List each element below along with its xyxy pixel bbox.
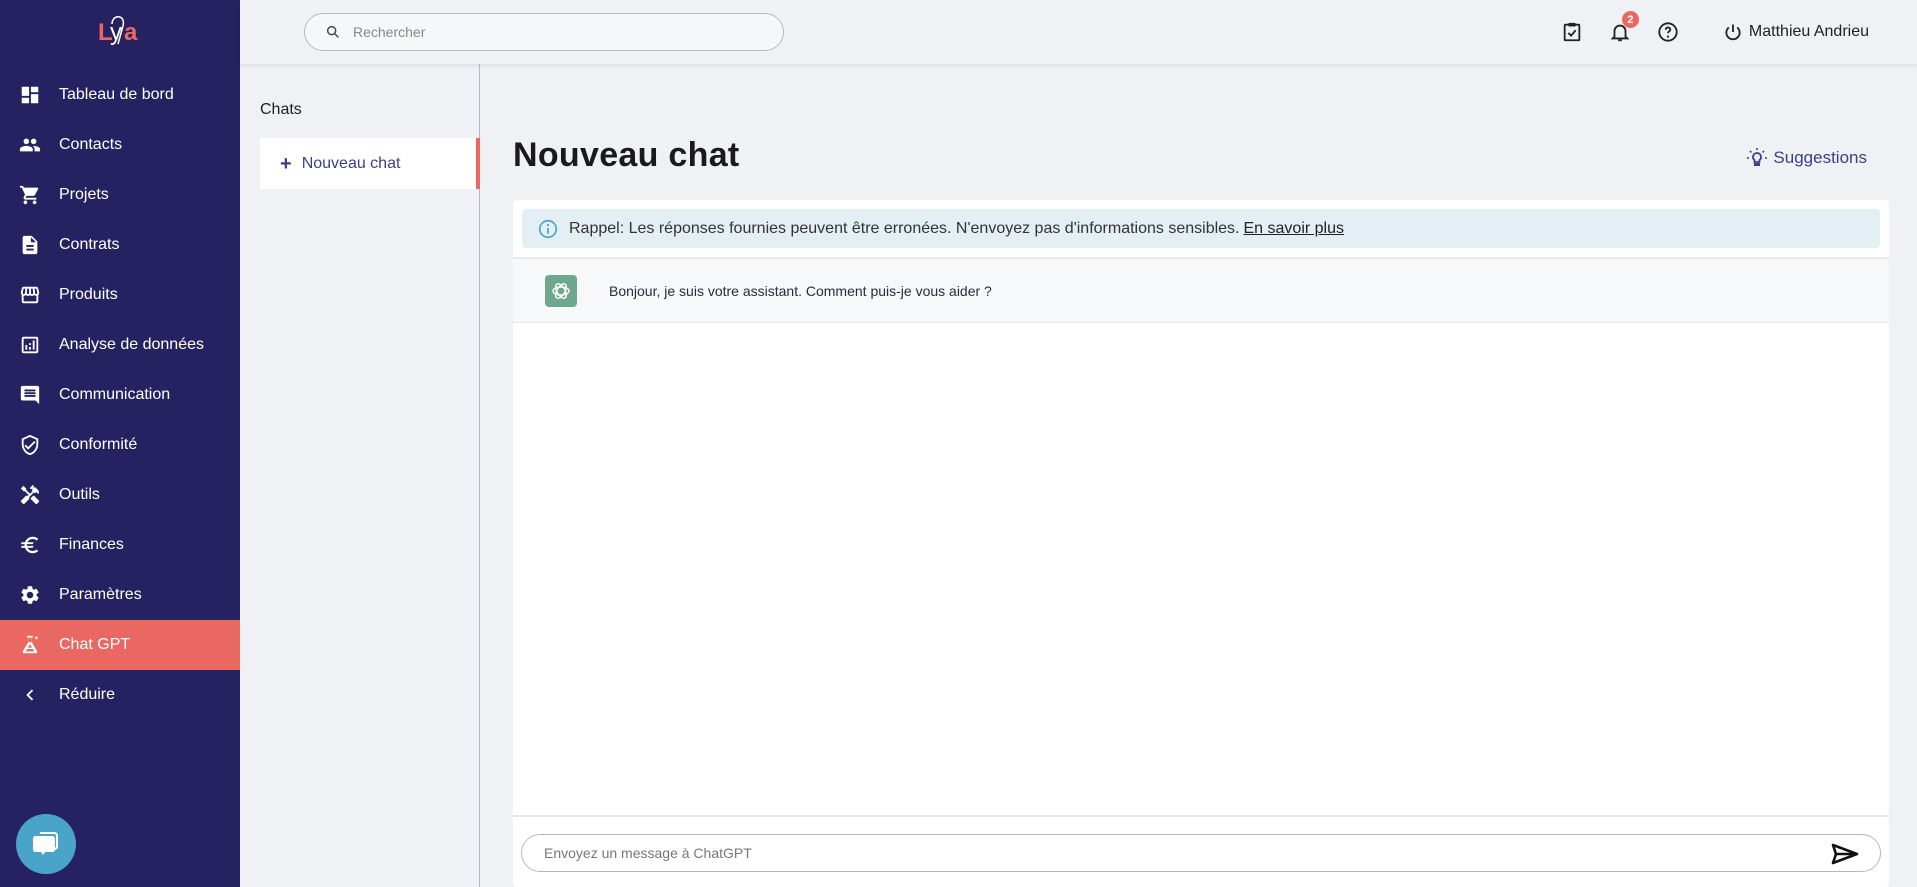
- new-chat-label: Nouveau chat: [301, 154, 401, 172]
- suggestions-button[interactable]: Suggestions: [1745, 146, 1867, 170]
- plus-icon: +: [280, 152, 292, 175]
- sidebar: L y a Tableau de bord Contacts Projets C…: [0, 0, 240, 887]
- sidebar-item-label: Contacts: [59, 136, 123, 153]
- document-icon: [19, 234, 41, 256]
- topbar: 2 Matthieu Andrieu: [240, 0, 1917, 64]
- disclaimer-alert: Rappel: Les réponses fournies peuvent êt…: [522, 209, 1880, 248]
- info-icon: [538, 219, 558, 238]
- help-circle-icon: [1658, 22, 1678, 42]
- message-text: Bonjour, je suis votre assistant. Commen…: [609, 282, 992, 299]
- search-icon: [326, 25, 339, 38]
- sidebar-item-label: Réduire: [59, 686, 116, 703]
- sidebar-item-label: Outils: [59, 486, 100, 503]
- search-input[interactable]: [353, 24, 753, 40]
- sidebar-item-outils[interactable]: Outils: [0, 470, 240, 520]
- sidebar-item-communication[interactable]: Communication: [0, 370, 240, 420]
- sidebar-item-label: Communication: [59, 386, 171, 403]
- composer-divider: [513, 815, 1889, 817]
- sidebar-item-chat-gpt[interactable]: Chat GPT: [0, 620, 240, 670]
- lightbulb-icon: [1747, 148, 1768, 166]
- message-input[interactable]: [544, 845, 1794, 861]
- sidebar-item-conformite[interactable]: Conformité: [0, 420, 240, 470]
- sidebar-item-label: Produits: [59, 286, 118, 303]
- sidebar-item-label: Chat GPT: [59, 636, 131, 653]
- search-box[interactable]: [304, 13, 784, 51]
- alert-text: Rappel: Les réponses fournies peuvent êt…: [569, 219, 1240, 237]
- people-icon: [19, 134, 41, 156]
- support-chat-button[interactable]: [16, 814, 76, 874]
- dashboard-icon: [19, 84, 41, 106]
- sidebar-item-label: Projets: [59, 186, 109, 203]
- topbar-actions: 2 Matthieu Andrieu: [1537, 11, 1869, 50]
- flask-sparkle-icon: [19, 634, 41, 656]
- chevron-left-icon: [19, 684, 41, 706]
- sidebar-item-label: Conformité: [59, 436, 138, 453]
- notification-badge: 2: [1621, 11, 1639, 28]
- svg-text:a: a: [124, 19, 138, 46]
- power-icon: [1725, 24, 1741, 41]
- sidebar-item-produits[interactable]: Produits: [0, 270, 240, 320]
- sidebar-item-reduire[interactable]: Réduire: [0, 670, 240, 720]
- send-button[interactable]: [1830, 841, 1860, 867]
- chat-bubble-icon: [33, 832, 58, 855]
- sidebar-item-finances[interactable]: Finances: [0, 520, 240, 570]
- sidebar-item-label: Finances: [59, 536, 124, 553]
- gear-icon: [19, 584, 41, 606]
- sidebar-item-tableau-de-bord[interactable]: Tableau de bord: [0, 70, 240, 120]
- message-composer[interactable]: [521, 834, 1881, 872]
- user-name: Matthieu Andrieu: [1748, 23, 1869, 40]
- sidebar-item-contrats[interactable]: Contrats: [0, 220, 240, 270]
- sidebar-item-label: Analyse de données: [59, 336, 204, 353]
- sidebar-item-label: Paramètres: [59, 586, 142, 603]
- cart-icon: [19, 184, 41, 206]
- sidebar-item-parametres[interactable]: Paramètres: [0, 570, 240, 620]
- page-title: Nouveau chat: [513, 136, 740, 174]
- tools-icon: [19, 484, 41, 506]
- user-menu[interactable]: Matthieu Andrieu: [1723, 22, 1869, 42]
- lya-logo[interactable]: L y a: [96, 12, 144, 48]
- notifications-button[interactable]: 2: [1607, 11, 1639, 45]
- chatgpt-avatar: [545, 274, 577, 307]
- tasks-button[interactable]: [1559, 19, 1585, 45]
- new-chat-button[interactable]: + Nouveau chat: [260, 138, 480, 189]
- chats-panel: Chats + Nouveau chat: [240, 64, 480, 887]
- shield-check-icon: [19, 434, 41, 456]
- sidebar-item-projets[interactable]: Projets: [0, 170, 240, 220]
- send-icon: [1831, 843, 1859, 865]
- sidebar-item-label: Tableau de bord: [59, 86, 174, 103]
- bar-chart-icon: [19, 334, 41, 356]
- clipboard-check-icon: [1563, 22, 1581, 42]
- sidebar-item-label: Contrats: [59, 236, 120, 253]
- help-button[interactable]: [1655, 19, 1681, 45]
- sidebar-item-contacts[interactable]: Contacts: [0, 120, 240, 170]
- chat-card: Rappel: Les réponses fournies peuvent êt…: [513, 200, 1889, 887]
- chats-title: Chats: [260, 101, 302, 118]
- assistant-message: Bonjour, je suis votre assistant. Commen…: [513, 257, 1889, 323]
- learn-more-link[interactable]: En savoir plus: [1244, 220, 1345, 238]
- message-icon: [19, 384, 41, 406]
- sidebar-item-analyse-de-donnees[interactable]: Analyse de données: [0, 320, 240, 370]
- storefront-icon: [19, 284, 41, 306]
- sidebar-nav: Tableau de bord Contacts Projets Contrat…: [0, 70, 240, 720]
- suggestions-label: Suggestions: [1773, 148, 1867, 167]
- openai-logo-icon: [552, 282, 570, 299]
- euro-icon: [19, 534, 41, 556]
